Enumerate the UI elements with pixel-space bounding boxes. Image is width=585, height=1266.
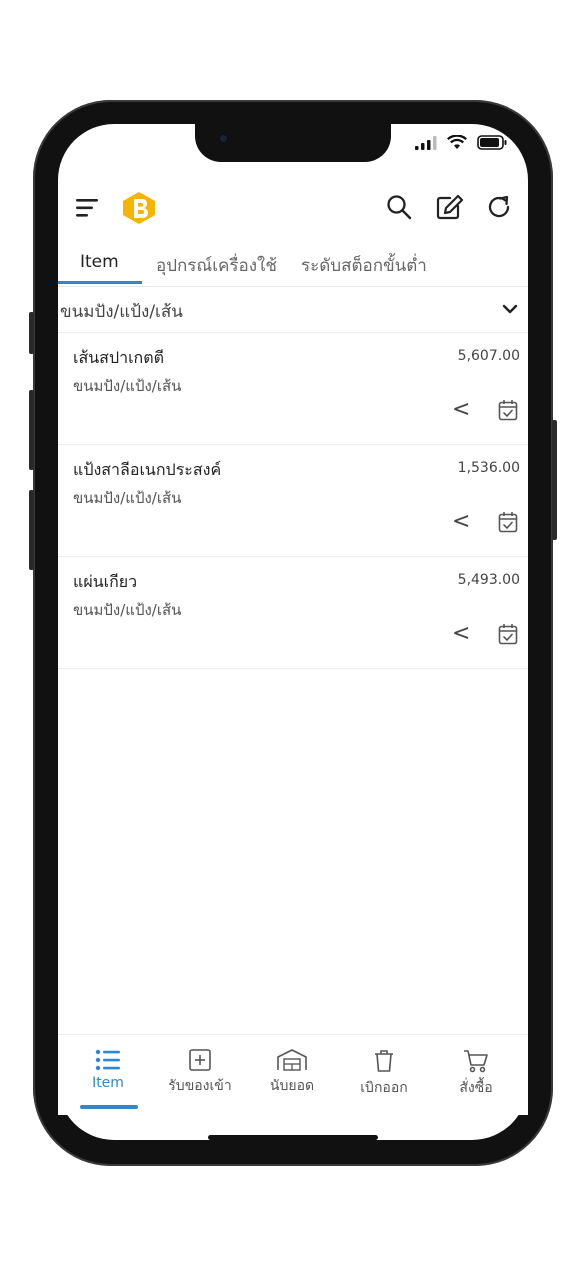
collapse-icon[interactable]: < — [452, 621, 470, 646]
calendar-check-icon[interactable] — [498, 623, 518, 649]
status-bar — [415, 135, 507, 150]
list-item[interactable]: แผ่นเกียว ขนมปัง/แป้ง/เส้น 5,493.00 < — [58, 557, 528, 669]
nav-label: เบิกออก — [360, 1080, 408, 1096]
nav-item-receive[interactable]: รับของเข้า — [155, 1049, 245, 1097]
item-quantity: 5,493.00 — [457, 572, 520, 588]
nav-label: นับยอด — [269, 1078, 315, 1094]
signal-icon — [415, 135, 437, 150]
item-name: แป้งสาลีอเนกประสงค์ — [73, 460, 222, 479]
list-icon — [63, 1049, 153, 1071]
nav-label: Item — [92, 1075, 124, 1091]
collapse-icon[interactable]: < — [452, 509, 470, 534]
calendar-check-icon[interactable] — [498, 399, 518, 425]
active-nav-indicator — [80, 1105, 138, 1109]
trash-icon — [339, 1049, 429, 1073]
category-filter-dropdown[interactable]: ขนมปัง/แป้ง/เส้น — [58, 288, 528, 333]
volume-down-button — [29, 490, 34, 570]
item-category: ขนมปัง/แป้ง/เส้น — [73, 601, 182, 619]
nav-item-order[interactable]: สั่งซื้อ — [431, 1049, 521, 1099]
battery-icon — [477, 135, 507, 150]
nav-label: รับของเข้า — [168, 1078, 232, 1094]
bottom-navigation: Item รับของเข้า นับยอด เบิกออก สั่งซื้อ — [58, 1034, 528, 1115]
chevron-down-icon — [502, 300, 518, 319]
tab-equipment[interactable]: อุปกรณ์เครื่องใช้ — [156, 252, 277, 279]
item-name: แผ่นเกียว — [73, 572, 138, 591]
volume-up-button — [29, 390, 34, 470]
nav-item-count[interactable]: นับยอด — [247, 1049, 337, 1097]
item-name: เส้นสปาเกตตี — [73, 348, 165, 367]
collapse-icon[interactable]: < — [452, 397, 470, 422]
camera — [218, 133, 229, 144]
home-indicator[interactable] — [208, 1135, 378, 1140]
mute-switch — [29, 312, 34, 354]
app-bar — [58, 180, 528, 236]
list-item[interactable]: แป้งสาลีอเนกประสงค์ ขนมปัง/แป้ง/เส้น 1,5… — [58, 445, 528, 557]
category-filter-value: ขนมปัง/แป้ง/เส้น — [60, 302, 183, 322]
power-button — [552, 420, 557, 540]
list-item[interactable]: เส้นสปาเกตตี ขนมปัง/แป้ง/เส้น 5,607.00 < — [58, 333, 528, 445]
tab-min-stock-level[interactable]: ระดับสต็อกขั้นต่ำ — [301, 252, 427, 279]
brand-logo-icon — [120, 190, 158, 230]
nav-item-item[interactable]: Item — [63, 1049, 153, 1091]
item-quantity: 1,536.00 — [457, 460, 520, 476]
refresh-icon[interactable] — [486, 194, 512, 224]
nav-item-withdraw[interactable]: เบิกออก — [339, 1049, 429, 1099]
item-category: ขนมปัง/แป้ง/เส้น — [73, 377, 182, 395]
active-tab-indicator — [58, 281, 142, 284]
edit-icon[interactable] — [436, 194, 464, 224]
cart-icon — [431, 1049, 521, 1073]
tab-item[interactable]: Item — [80, 252, 119, 272]
warehouse-icon — [247, 1049, 337, 1071]
calendar-check-icon[interactable] — [498, 511, 518, 537]
item-category: ขนมปัง/แป้ง/เส้น — [73, 489, 182, 507]
item-quantity: 5,607.00 — [457, 348, 520, 364]
wifi-icon — [447, 135, 467, 150]
menu-icon[interactable] — [76, 198, 100, 222]
nav-label: สั่งซื้อ — [459, 1080, 493, 1096]
plus-box-icon — [155, 1049, 245, 1071]
tab-bar: Item อุปกรณ์เครื่องใช้ ระดับสต็อกขั้นต่ำ — [58, 240, 528, 287]
search-icon[interactable] — [386, 194, 412, 224]
